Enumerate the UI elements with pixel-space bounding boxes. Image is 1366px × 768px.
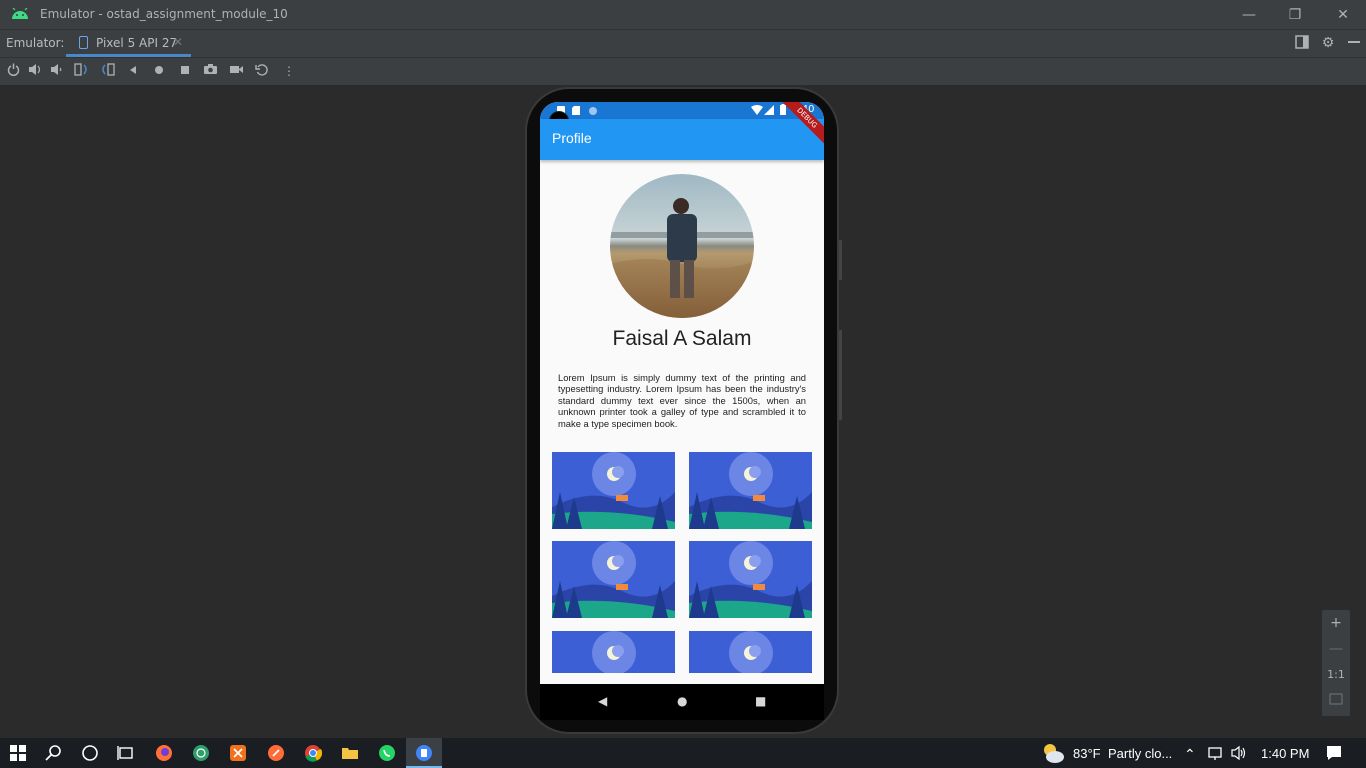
xampp-icon[interactable]	[229, 744, 247, 762]
volume-down-icon[interactable]	[49, 63, 65, 79]
speaker-icon[interactable]	[1230, 744, 1248, 762]
volume-up-icon[interactable]	[27, 63, 43, 79]
nav-recents-button[interactable]: ■	[755, 694, 766, 708]
task-view-icon[interactable]	[117, 744, 135, 762]
overview-icon[interactable]	[177, 63, 193, 79]
grid-image[interactable]	[689, 541, 812, 618]
emulator-tab-bar: Emulator: Pixel 5 API 27 ✕ ⚙	[0, 29, 1366, 57]
rotate-right-icon[interactable]	[99, 63, 115, 79]
grid-image[interactable]	[689, 452, 812, 529]
chevron-up-icon[interactable]: ⌃	[1184, 746, 1196, 763]
emulator-taskbar-item[interactable]	[406, 738, 442, 768]
screenshot-icon[interactable]	[202, 63, 218, 79]
power-icon[interactable]	[5, 63, 21, 79]
network-icon[interactable]	[1207, 744, 1225, 762]
weather-partly-cloudy-icon[interactable]	[1041, 742, 1065, 764]
weather-description[interactable]: Partly clo...	[1108, 746, 1172, 761]
tab-pixel-5[interactable]: Pixel 5 API 27 ✕	[66, 30, 191, 57]
window-title: Emulator - ostad_assignment_module_10	[40, 7, 288, 21]
grid-image[interactable]	[552, 452, 675, 529]
app-green-icon[interactable]	[192, 744, 210, 762]
window-title-bar: Emulator - ostad_assignment_module_10 — …	[0, 0, 1366, 29]
weather-temperature[interactable]: 83°F	[1073, 746, 1101, 761]
app-bar: Profile	[540, 119, 824, 160]
device-power-button[interactable]	[839, 240, 842, 280]
app-bar-title: Profile	[552, 130, 592, 146]
emulator-toolbar: ⋮	[0, 57, 1366, 85]
whatsapp-icon[interactable]	[378, 744, 396, 762]
fit-screen-icon[interactable]	[1322, 688, 1350, 714]
device-screen[interactable]: 1:40 Profile DEBUG Faisal A Salam Lorem …	[540, 102, 824, 684]
android-studio-icon	[12, 8, 28, 19]
more-options-icon[interactable]: ⋮	[281, 63, 297, 79]
close-button[interactable]: ✕	[1320, 0, 1366, 29]
profile-avatar	[610, 174, 754, 318]
hide-panel-icon[interactable]	[1346, 35, 1362, 51]
firefox-icon[interactable]	[155, 744, 173, 762]
wifi-icon	[751, 105, 763, 115]
layout-icon[interactable]	[1294, 35, 1310, 51]
zoom-in-button[interactable]: +	[1322, 610, 1350, 636]
tab-close-icon[interactable]: ✕	[173, 35, 183, 49]
android-studio-app-icon	[416, 745, 432, 761]
minimize-button[interactable]: —	[1226, 0, 1272, 29]
profile-bio: Lorem Ipsum is simply dummy text of the …	[558, 372, 806, 429]
postman-icon[interactable]	[267, 744, 285, 762]
device-volume-rocker[interactable]	[839, 330, 842, 420]
notifications-icon[interactable]	[1325, 744, 1343, 762]
grid-image[interactable]	[552, 541, 675, 618]
chrome-icon[interactable]	[304, 744, 322, 762]
zoom-out-button[interactable]: —	[1322, 636, 1350, 662]
profile-name: Faisal A Salam	[612, 327, 752, 350]
snapshot-icon[interactable]	[254, 63, 270, 79]
grid-image[interactable]	[552, 631, 675, 673]
file-explorer-icon[interactable]	[341, 744, 359, 762]
gear-icon[interactable]: ⚙	[1320, 35, 1336, 51]
battery-icon	[780, 104, 786, 115]
sd-card-icon	[572, 106, 580, 115]
screen-record-icon[interactable]	[228, 63, 244, 79]
back-icon[interactable]	[125, 63, 141, 79]
windows-taskbar: 83°F Partly clo... ⌃ 1:40 PM	[0, 738, 1366, 768]
status-bar: 1:40	[540, 102, 824, 119]
nav-back-button[interactable]: ◀	[598, 694, 607, 708]
windows-start-icon[interactable]	[9, 744, 27, 762]
sync-icon	[589, 107, 597, 115]
signal-icon	[764, 105, 774, 115]
cortana-icon[interactable]	[81, 744, 99, 762]
zoom-panel: + — 1:1	[1322, 610, 1350, 716]
maximize-button[interactable]: ❐	[1272, 0, 1318, 29]
search-icon[interactable]	[45, 744, 63, 762]
home-icon[interactable]	[151, 63, 167, 79]
android-nav-bar: ◀ ● ■	[540, 684, 824, 720]
actual-size-button[interactable]: 1:1	[1322, 662, 1350, 688]
emulator-label: Emulator:	[6, 36, 65, 50]
rotate-left-icon[interactable]	[73, 63, 89, 79]
device-icon	[79, 36, 88, 49]
nav-home-button[interactable]: ●	[677, 694, 687, 708]
tab-label: Pixel 5 API 27	[96, 36, 178, 50]
grid-image[interactable]	[689, 631, 812, 673]
taskbar-clock[interactable]: 1:40 PM	[1261, 746, 1309, 761]
